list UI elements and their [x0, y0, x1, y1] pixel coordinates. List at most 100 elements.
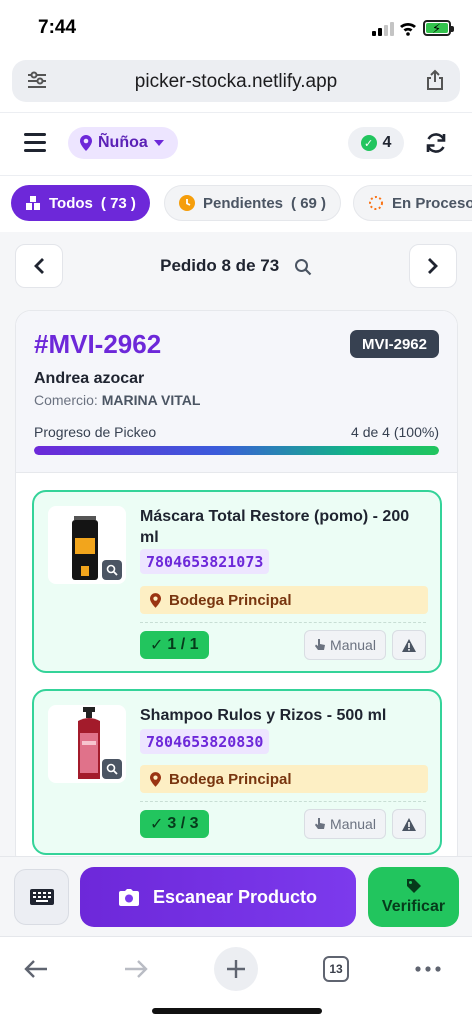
order-card-header: #MVI-2962 MVI-2962 Andrea azocar Comerci… [16, 311, 457, 473]
order-card: #MVI-2962 MVI-2962 Andrea azocar Comerci… [15, 310, 458, 860]
scan-product-button[interactable]: Escanear Producto [80, 867, 356, 927]
location-selector[interactable]: Ñuñoa [68, 127, 178, 159]
refresh-icon[interactable] [424, 131, 448, 155]
zoom-icon[interactable] [102, 560, 122, 580]
progress-label: Progreso de Pickeo [34, 424, 157, 440]
verify-label: Verificar [381, 898, 446, 915]
forward-button[interactable] [114, 947, 158, 991]
tab-pendientes-count: 69 [300, 194, 317, 212]
keyboard-icon [29, 889, 54, 905]
tab-pendientes-label: Pendientes [203, 194, 284, 212]
menu-icon[interactable] [24, 133, 46, 153]
tab-pendientes[interactable]: Pendientes ( 69 ) [164, 185, 342, 221]
check-icon: ✓ [150, 637, 164, 654]
product-image [48, 705, 126, 783]
wifi-icon [400, 22, 416, 36]
tag-icon [406, 879, 421, 893]
tab-en-proceso-label: En Proceso [392, 194, 472, 212]
signal-icon [372, 22, 394, 36]
item-divider [140, 801, 426, 802]
progress-bar [34, 446, 439, 455]
manual-button[interactable]: Manual [304, 630, 386, 660]
new-tab-button[interactable] [214, 947, 258, 991]
battery-icon: ⚡ [423, 20, 454, 36]
tabs-button[interactable]: 13 [314, 947, 358, 991]
order-id: #MVI-2962 [34, 329, 162, 359]
share-icon[interactable] [425, 69, 445, 91]
item-divider [140, 622, 426, 623]
progress-value: 4 de 4 (100%) [351, 424, 439, 440]
url-bar[interactable]: picker-stocka.netlify.app [12, 60, 460, 102]
zoom-icon[interactable] [102, 759, 122, 779]
item-quantity-badge: ✓ 1 / 1 [140, 631, 209, 659]
item-name: Shampoo Rulos y Rizos - 500 ml [140, 707, 387, 724]
progress-bar-fill [34, 446, 439, 455]
item-name: Máscara Total Restore (pomo) - 200 ml [140, 508, 410, 546]
map-pin-icon [150, 771, 161, 787]
order-position-label: Pedido 8 de 73 [160, 256, 280, 275]
item-location: Bodega Principal [140, 765, 428, 793]
product-image [48, 506, 126, 584]
customer-name: Andrea azocar [34, 370, 145, 387]
keyboard-button[interactable] [14, 869, 69, 925]
warning-icon [402, 817, 416, 831]
tab-pendientes-count-wrap: ( 69 ) [291, 194, 327, 212]
map-pin-icon [80, 135, 92, 151]
status-bar: 7:44 ⚡ [0, 0, 472, 56]
item-location-label: Bodega Principal [169, 591, 292, 609]
completed-count-badge: ✓ 4 [348, 127, 404, 159]
manual-button[interactable]: Manual [304, 809, 386, 839]
check-circle-icon: ✓ [360, 135, 377, 151]
hand-pointer-icon [315, 818, 326, 829]
manual-button-label: Manual [330, 637, 376, 653]
search-icon[interactable] [294, 258, 312, 276]
tab-count: 13 [323, 956, 349, 982]
check-icon: ✓ [150, 816, 164, 833]
verify-button[interactable]: Verificar [368, 867, 459, 927]
browser-address-area: picker-stocka.netlify.app [0, 56, 472, 112]
next-order-button[interactable] [409, 244, 457, 288]
plus-icon [227, 960, 245, 978]
order-area: Pedido 8 de 73 #MVI-2962 MVI-2962 Andrea… [0, 232, 472, 860]
app-header: Ñuñoa ✓ 4 [0, 112, 472, 176]
clock-icon [179, 195, 195, 211]
caret-down-icon [153, 140, 164, 146]
item-sku: 7804653820830 [140, 729, 270, 754]
chevron-right-icon [428, 258, 438, 274]
tab-todos-count-wrap: ( 73 ) [100, 194, 136, 212]
order-position: Pedido 8 de 73 [0, 256, 472, 276]
more-dots-icon [415, 966, 441, 972]
tab-en-proceso[interactable]: En Proceso [353, 185, 472, 221]
report-issue-button[interactable] [392, 630, 426, 660]
filter-tabs: Todos ( 73 ) Pendientes ( 69 ) En Proces… [0, 176, 472, 232]
item-sku: 7804653821073 [140, 549, 270, 574]
hand-pointer-icon [315, 639, 326, 650]
item-card: Shampoo Rulos y Rizos - 500 ml 780465382… [32, 689, 442, 855]
report-issue-button[interactable] [392, 809, 426, 839]
item-location-label: Bodega Principal [169, 770, 292, 788]
commerce-label: Comercio: [34, 392, 98, 408]
action-bar: Escanear Producto Verificar [0, 856, 472, 936]
item-quantity: 3 / 3 [167, 815, 199, 832]
camera-icon [118, 888, 139, 906]
location-label: Ñuñoa [98, 134, 148, 151]
more-button[interactable] [406, 947, 450, 991]
manual-button-label: Manual [330, 816, 376, 832]
spinner-icon [369, 196, 383, 210]
arrow-left-icon [24, 960, 47, 978]
browser-toolbar: 13 [0, 936, 472, 1024]
tab-todos[interactable]: Todos ( 73 ) [11, 185, 150, 221]
warning-icon [402, 638, 416, 652]
completed-count: 4 [382, 134, 392, 151]
back-button[interactable] [14, 947, 58, 991]
arrow-right-icon [125, 960, 148, 978]
tab-todos-label: Todos [49, 194, 93, 212]
home-indicator [152, 1008, 322, 1014]
commerce-name: MARINA VITAL [101, 392, 201, 408]
item-location: Bodega Principal [140, 586, 428, 614]
url-text: picker-stocka.netlify.app [134, 71, 338, 92]
tab-todos-count: 73 [110, 194, 127, 212]
item-card: Máscara Total Restore (pomo) - 200 ml 78… [32, 490, 442, 673]
map-pin-icon [150, 592, 161, 608]
commerce-line: Comercio: MARINA VITAL [34, 392, 200, 408]
